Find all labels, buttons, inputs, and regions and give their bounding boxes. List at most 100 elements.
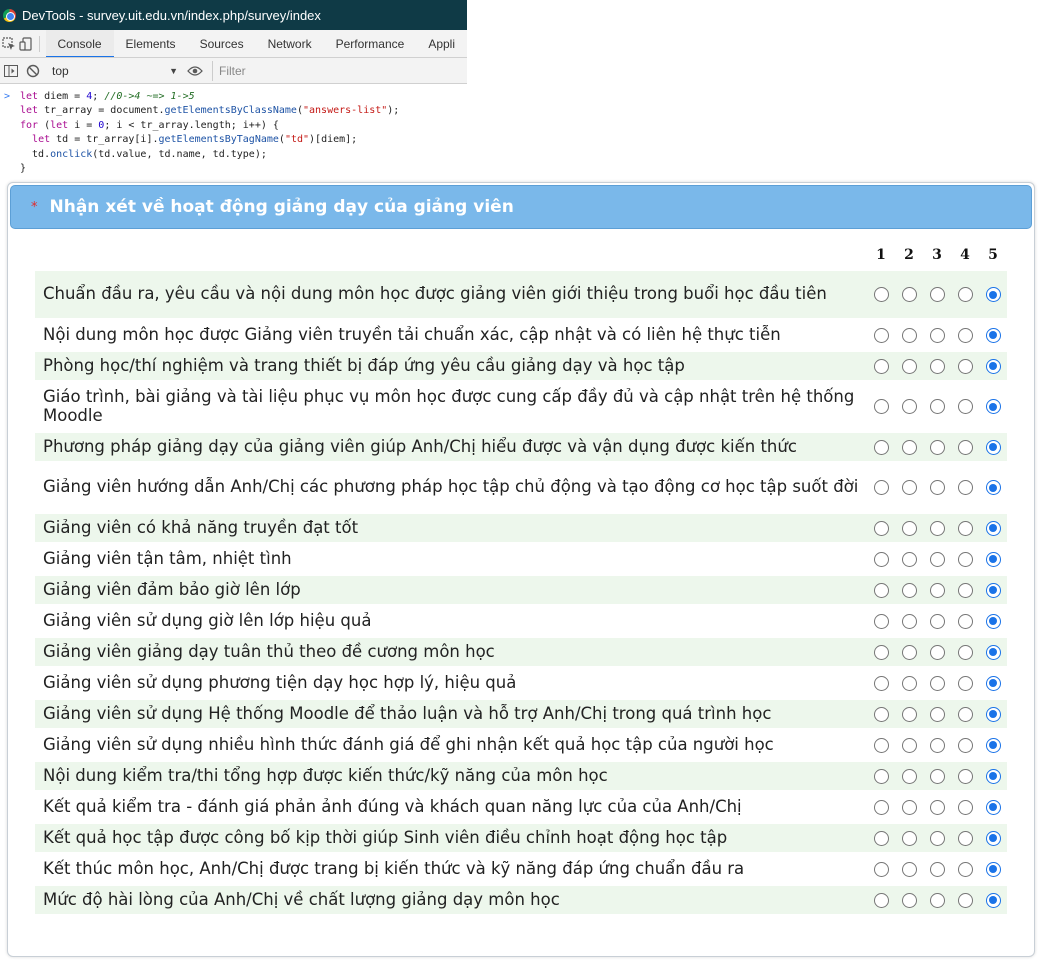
rating-radio-4[interactable] [957,582,973,598]
rating-cell-4[interactable] [951,576,979,604]
rating-radio-5[interactable] [985,358,1001,374]
rating-cell-2[interactable] [896,607,924,635]
rating-cell-3[interactable] [924,762,952,790]
rating-cell-1[interactable] [868,793,896,821]
rating-radio-1[interactable] [874,830,890,846]
rating-radio-3[interactable] [929,613,945,629]
rating-cell-5[interactable] [979,700,1007,728]
rating-cell-4[interactable] [951,731,979,759]
rating-cell-5[interactable] [979,762,1007,790]
rating-radio-1[interactable] [874,768,890,784]
rating-radio-4[interactable] [957,399,973,414]
tab-elements[interactable]: Elements [114,30,188,57]
rating-radio-1[interactable] [874,892,890,908]
rating-cell-4[interactable] [951,638,979,666]
rating-radio-3[interactable] [929,327,945,343]
rating-cell-2[interactable] [896,352,924,380]
rating-radio-2[interactable] [902,613,918,629]
rating-cell-2[interactable] [896,383,924,430]
rating-cell-5[interactable] [979,383,1007,430]
rating-radio-2[interactable] [902,892,918,908]
rating-cell-4[interactable] [951,700,979,728]
rating-radio-1[interactable] [874,799,890,815]
rating-radio-3[interactable] [929,287,945,302]
rating-radio-2[interactable] [902,551,918,567]
rating-radio-3[interactable] [929,768,945,784]
rating-radio-4[interactable] [957,799,973,815]
rating-radio-5[interactable] [985,551,1001,567]
rating-radio-5[interactable] [985,520,1001,536]
rating-radio-2[interactable] [902,675,918,691]
rating-cell-3[interactable] [924,464,952,511]
rating-cell-2[interactable] [896,762,924,790]
rating-cell-2[interactable] [896,271,924,318]
rating-radio-2[interactable] [902,358,918,374]
inspect-element-icon[interactable] [0,33,17,55]
rating-radio-3[interactable] [929,582,945,598]
rating-cell-2[interactable] [896,464,924,511]
rating-radio-4[interactable] [957,892,973,908]
rating-radio-3[interactable] [929,399,945,414]
rating-radio-4[interactable] [957,613,973,629]
rating-cell-3[interactable] [924,607,952,635]
rating-cell-5[interactable] [979,855,1007,883]
rating-cell-2[interactable] [896,731,924,759]
rating-radio-4[interactable] [957,520,973,536]
rating-cell-4[interactable] [951,824,979,852]
rating-cell-4[interactable] [951,793,979,821]
rating-radio-3[interactable] [929,706,945,722]
eye-icon[interactable] [184,60,206,82]
rating-cell-3[interactable] [924,352,952,380]
rating-cell-5[interactable] [979,638,1007,666]
rating-cell-2[interactable] [896,638,924,666]
rating-radio-1[interactable] [874,582,890,598]
rating-radio-5[interactable] [985,644,1001,660]
rating-radio-1[interactable] [874,480,890,495]
rating-radio-4[interactable] [957,551,973,567]
rating-radio-5[interactable] [985,613,1001,629]
rating-cell-5[interactable] [979,271,1007,318]
tab-console[interactable]: Console [45,30,114,57]
rating-radio-1[interactable] [874,861,890,877]
rating-cell-5[interactable] [979,514,1007,542]
rating-radio-1[interactable] [874,644,890,660]
rating-radio-3[interactable] [929,439,945,455]
rating-radio-2[interactable] [902,439,918,455]
rating-cell-1[interactable] [868,545,896,573]
rating-cell-1[interactable] [868,762,896,790]
rating-cell-3[interactable] [924,514,952,542]
rating-cell-2[interactable] [896,545,924,573]
rating-radio-5[interactable] [985,706,1001,722]
rating-cell-4[interactable] [951,321,979,349]
rating-radio-1[interactable] [874,551,890,567]
rating-radio-2[interactable] [902,861,918,877]
console-output[interactable]: > let diem = 4; //0->4 ~=> 1->5 let tr_ar… [0,84,467,176]
tab-sources[interactable]: Sources [188,30,256,57]
rating-cell-4[interactable] [951,855,979,883]
rating-cell-3[interactable] [924,383,952,430]
rating-cell-1[interactable] [868,886,896,914]
rating-radio-5[interactable] [985,675,1001,691]
rating-radio-1[interactable] [874,613,890,629]
rating-cell-5[interactable] [979,793,1007,821]
rating-cell-2[interactable] [896,321,924,349]
rating-radio-4[interactable] [957,287,973,302]
rating-cell-3[interactable] [924,433,952,461]
rating-radio-2[interactable] [902,768,918,784]
rating-cell-1[interactable] [868,464,896,511]
rating-cell-5[interactable] [979,669,1007,697]
rating-cell-2[interactable] [896,433,924,461]
rating-cell-4[interactable] [951,464,979,511]
rating-cell-5[interactable] [979,464,1007,511]
rating-radio-4[interactable] [957,861,973,877]
rating-radio-2[interactable] [902,287,918,302]
rating-cell-4[interactable] [951,886,979,914]
rating-radio-3[interactable] [929,480,945,495]
rating-radio-3[interactable] [929,799,945,815]
rating-cell-5[interactable] [979,824,1007,852]
rating-cell-1[interactable] [868,271,896,318]
rating-radio-3[interactable] [929,551,945,567]
rating-radio-2[interactable] [902,327,918,343]
rating-cell-3[interactable] [924,855,952,883]
rating-radio-5[interactable] [985,287,1001,302]
